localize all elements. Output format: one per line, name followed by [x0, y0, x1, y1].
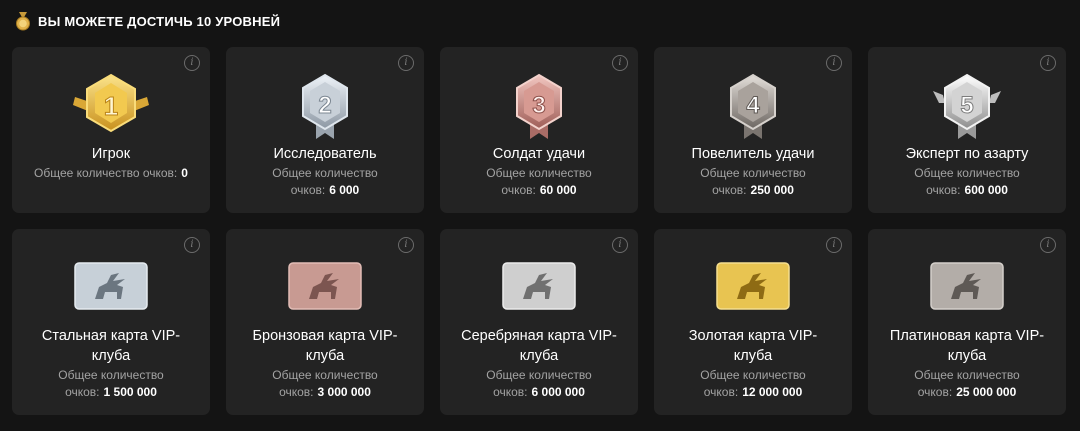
vip-points-label: Общее количество [914, 368, 1020, 382]
steel-hexagon-badge-icon: 4 [730, 73, 776, 139]
vip-points: очков: 12 000 000 [703, 385, 803, 399]
vip-title-line1: Серебряная карта VIP- [461, 328, 617, 344]
level-points-2: очков: 6 000 [290, 183, 360, 197]
level-title-4: Повелитель удачи [691, 146, 815, 162]
winged-lion-card-icon [930, 262, 1004, 310]
gold-hexagon-badge-icon: 1 [73, 73, 149, 133]
level-points-1: Общее количество очков: 0 [34, 166, 188, 180]
level-title-3: Солдат удачи [492, 146, 586, 162]
level-badge-3: 3 [440, 69, 638, 141]
vip-points-label: Общее количество [58, 368, 164, 382]
info-icon[interactable]: i [184, 237, 200, 253]
level-points-label-5: Общее количество [914, 166, 1020, 180]
winged-lion-card-icon [74, 262, 148, 310]
vip-card-silver[interactable]: i Серебряная карта VIP- клуба Общее коли… [440, 229, 638, 415]
level-badge-4: 4 [654, 69, 852, 141]
vip-card-bronze[interactable]: i Бронзовая карта VIP- клуба Общее колич… [226, 229, 424, 415]
level-number-5: 5 [960, 92, 973, 119]
vip-title-line1: Золотая карта VIP- [688, 328, 818, 344]
level-points-label-4: Общее количество [700, 166, 806, 180]
level-badge-5: 5 [868, 69, 1066, 141]
level-card-2[interactable]: i 2 Исследователь Общее количество очков… [226, 47, 424, 213]
section-header: ВЫ МОЖЕТЕ ДОСТИЧЬ 10 УРОВНЕЙ [14, 10, 280, 32]
level-points-5: очков: 600 000 [926, 183, 1008, 197]
level-number-4: 4 [746, 92, 760, 119]
vip-card-gold[interactable]: i Золотая карта VIP- клуба Общее количес… [654, 229, 852, 415]
vip-title-line2: клуба [305, 348, 345, 364]
vip-card-image-bronze [226, 261, 424, 310]
level-points-3: очков: 60 000 [501, 183, 577, 197]
level-badge-1: 1 [12, 69, 210, 141]
vip-card-steel[interactable]: i Стальная карта VIP- клуба Общее количе… [12, 229, 210, 415]
vip-title-line2: клуба [91, 348, 131, 364]
vip-card-image-steel [12, 261, 210, 310]
vip-card-platinum[interactable]: i Платиновая карта VIP- клуба Общее коли… [868, 229, 1066, 415]
info-icon[interactable]: i [1040, 237, 1056, 253]
level-card-4[interactable]: i 4 Повелитель удачи Общее количество оч… [654, 47, 852, 213]
winged-lion-card-icon [502, 262, 576, 310]
info-icon[interactable]: i [826, 237, 842, 253]
vip-title-line1: Платиновая карта VIP- [889, 328, 1045, 344]
levels-grid: i 1 Игрок Общее количество очков: 0 i 2 … [12, 47, 1068, 415]
level-points-label-2: Общее количество [272, 166, 378, 180]
vip-card-image-silver [440, 261, 638, 310]
info-icon[interactable]: i [612, 237, 628, 253]
vip-title-line2: клуба [947, 348, 987, 364]
level-card-3[interactable]: i 3 Солдат удачи Общее количество очков:… [440, 47, 638, 213]
vip-card-image-platinum [868, 261, 1066, 310]
vip-title-line1: Стальная карта VIP- [41, 328, 181, 344]
level-number-2: 2 [318, 92, 331, 119]
vip-points-label: Общее количество [486, 368, 592, 382]
vip-points-label: Общее количество [272, 368, 378, 382]
vip-points: очков: 25 000 000 [917, 385, 1017, 399]
vip-title-line2: клуба [733, 348, 773, 364]
level-title-2: Исследователь [273, 146, 377, 162]
vip-title-line1: Бронзовая карта VIP- [252, 328, 398, 344]
vip-points-label: Общее количество [700, 368, 806, 382]
section-title: ВЫ МОЖЕТЕ ДОСТИЧЬ 10 УРОВНЕЙ [38, 13, 281, 29]
level-number-3: 3 [532, 92, 545, 119]
level-number-1: 1 [104, 91, 118, 121]
vip-title-line2: клуба [519, 348, 559, 364]
level-badge-2: 2 [226, 69, 424, 141]
winged-lion-card-icon [716, 262, 790, 310]
vip-card-image-gold [654, 261, 852, 310]
level-card-1[interactable]: i 1 Игрок Общее количество очков: 0 [12, 47, 210, 213]
platinum-hexagon-badge-icon: 5 [933, 73, 1001, 139]
vip-points: очков: 6 000 000 [493, 385, 585, 399]
medal-icon [16, 12, 30, 31]
level-title-1: Игрок [91, 146, 131, 162]
silver-hexagon-badge-icon: 2 [302, 73, 348, 139]
vip-points: очков: 1 500 000 [65, 385, 157, 399]
level-points-4: очков: 250 000 [712, 183, 794, 197]
winged-lion-card-icon [288, 262, 362, 310]
level-title-5: Эксперт по азарту [905, 146, 1029, 162]
vip-points: очков: 3 000 000 [279, 385, 371, 399]
level-card-5[interactable]: i 5 Эксперт по азарту Общее количество о… [868, 47, 1066, 213]
info-icon[interactable]: i [398, 237, 414, 253]
rose-hexagon-badge-icon: 3 [516, 73, 562, 139]
level-points-label-3: Общее количество [486, 166, 592, 180]
